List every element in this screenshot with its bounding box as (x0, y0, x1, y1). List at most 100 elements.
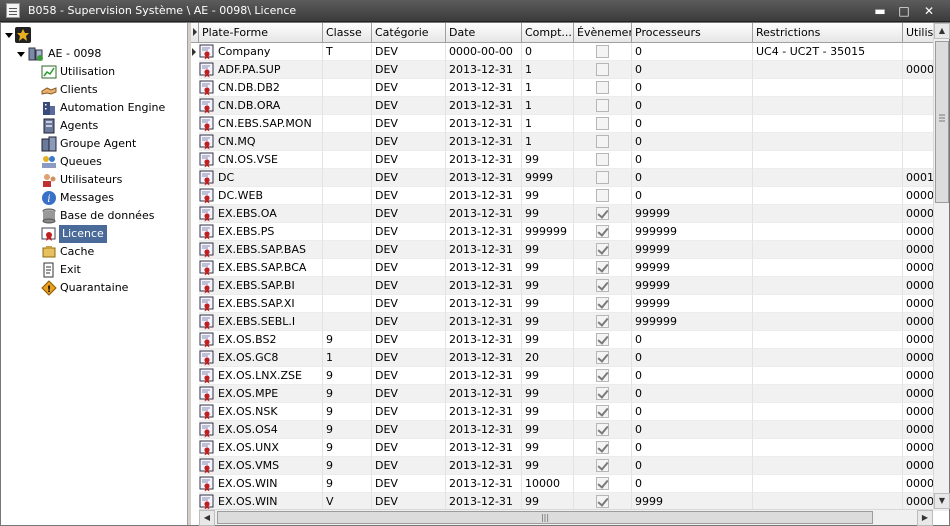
expand-icon[interactable] (5, 33, 13, 38)
table-row[interactable]: EX.OS.LNX.ZSE 9 DEV 2013-12-31 99 0 00000 (191, 367, 949, 385)
cell-event[interactable] (574, 241, 632, 259)
header-class[interactable]: Classe (323, 23, 372, 42)
event-checkbox[interactable] (596, 315, 609, 328)
tree-root-node[interactable] (1, 26, 41, 44)
event-checkbox[interactable] (596, 261, 609, 274)
tree-node-ae[interactable]: AE - 0098 (1, 45, 187, 63)
table-row[interactable]: EX.OS.NSK 9 DEV 2013-12-31 99 0 00000 (191, 403, 949, 421)
event-checkbox[interactable] (596, 135, 609, 148)
tree-item-groupe-agent[interactable]: Groupe Agent (1, 135, 187, 153)
table-row[interactable]: CN.DB.DB2 DEV 2013-12-31 1 0 (191, 79, 949, 97)
table-row[interactable]: CN.DB.ORA DEV 2013-12-31 1 0 (191, 97, 949, 115)
header-restrictions[interactable]: Restrictions (753, 23, 903, 42)
event-checkbox[interactable] (596, 459, 609, 472)
table-row[interactable]: EX.EBS.SAP.BCA DEV 2013-12-31 99 99999 00000 (191, 259, 949, 277)
table-row[interactable]: EX.EBS.SEBL.I DEV 2013-12-31 99 999999 00000 (191, 313, 949, 331)
event-checkbox[interactable] (596, 351, 609, 364)
maximize-button[interactable]: □ (896, 3, 912, 19)
table-row[interactable]: ADF.PA.SUP DEV 2013-12-31 1 0 0000 (191, 61, 949, 79)
header-count[interactable]: Compt... (522, 23, 574, 42)
cell-event[interactable] (574, 385, 632, 403)
table-row[interactable]: EX.OS.WIN 9 DEV 2013-12-31 10000 0 000001 (191, 475, 949, 493)
table-row[interactable]: EX.OS.GC8 1 DEV 2013-12-31 20 0 00000 (191, 349, 949, 367)
tree-item-queues[interactable]: Queues (1, 153, 187, 171)
table-row[interactable]: EX.EBS.OA DEV 2013-12-31 99 99999 00000 (191, 205, 949, 223)
event-checkbox[interactable] (596, 63, 609, 76)
cell-event[interactable] (574, 295, 632, 313)
scroll-right-button[interactable]: ▶ (917, 510, 933, 526)
cell-event[interactable] (574, 61, 632, 79)
event-checkbox[interactable] (596, 387, 609, 400)
table-row[interactable]: DC DEV 2013-12-31 9999 0 0001 (191, 169, 949, 187)
cell-event[interactable] (574, 421, 632, 439)
table-row[interactable]: EX.OS.OS4 9 DEV 2013-12-31 99 0 00000 (191, 421, 949, 439)
cell-event[interactable] (574, 367, 632, 385)
event-checkbox[interactable] (596, 99, 609, 112)
event-checkbox[interactable] (596, 81, 609, 94)
header-category[interactable]: Catégorie (372, 23, 446, 42)
table-row[interactable]: EX.EBS.SAP.XI DEV 2013-12-31 99 99999 00000 (191, 295, 949, 313)
table-row[interactable]: EX.EBS.PS DEV 2013-12-31 999999 999999 00000 (191, 223, 949, 241)
event-checkbox[interactable] (596, 243, 609, 256)
cell-event[interactable] (574, 439, 632, 457)
cell-event[interactable] (574, 349, 632, 367)
cell-event[interactable] (574, 115, 632, 133)
cell-event[interactable] (574, 151, 632, 169)
cell-event[interactable] (574, 79, 632, 97)
header-processors[interactable]: Processeurs (632, 23, 753, 42)
event-checkbox[interactable] (596, 495, 609, 508)
table-row[interactable]: DC.WEB DEV 2013-12-31 99 0 0000 (191, 187, 949, 205)
tree-item-exit[interactable]: Exit (1, 261, 187, 279)
cell-event[interactable] (574, 331, 632, 349)
table-row[interactable]: EX.EBS.SAP.BI DEV 2013-12-31 99 99999 00000 (191, 277, 949, 295)
vertical-scroll-thumb[interactable] (935, 41, 949, 203)
table-row[interactable]: Company T DEV 0000-00-00 0 0 UC4 - UC2T - 3501… (191, 43, 949, 61)
header-event[interactable]: Évènement (574, 23, 632, 42)
event-checkbox[interactable] (596, 441, 609, 454)
event-checkbox[interactable] (596, 423, 609, 436)
event-checkbox[interactable] (596, 153, 609, 166)
table-row[interactable]: EX.OS.BS2 9 DEV 2013-12-31 99 0 00000 (191, 331, 949, 349)
event-checkbox[interactable] (596, 297, 609, 310)
table-row[interactable]: EX.OS.UNX 9 DEV 2013-12-31 99 0 00000 (191, 439, 949, 457)
table-row[interactable]: EX.OS.MPE 9 DEV 2013-12-31 99 0 00000 (191, 385, 949, 403)
event-checkbox[interactable] (596, 279, 609, 292)
cell-event[interactable] (574, 223, 632, 241)
tree-item-quarantaine[interactable]: ! Quarantaine (1, 279, 187, 297)
cell-event[interactable] (574, 205, 632, 223)
event-checkbox[interactable] (596, 171, 609, 184)
cell-event[interactable] (574, 97, 632, 115)
event-checkbox[interactable] (596, 117, 609, 130)
tree-item-agents[interactable]: Agents (1, 117, 187, 135)
event-checkbox[interactable] (596, 333, 609, 346)
header-platform[interactable]: Plate-Forme (199, 23, 323, 42)
cell-event[interactable] (574, 277, 632, 295)
event-checkbox[interactable] (596, 189, 609, 202)
horizontal-scrollbar[interactable]: ◀ ||| ▶ (199, 509, 933, 526)
event-checkbox[interactable] (596, 225, 609, 238)
scroll-left-button[interactable]: ◀ (199, 510, 215, 526)
table-row[interactable]: CN.EBS.SAP.MON DEV 2013-12-31 1 0 (191, 115, 949, 133)
minimize-button[interactable]: ▬ (872, 3, 888, 19)
event-checkbox[interactable] (596, 369, 609, 382)
cell-event[interactable] (574, 457, 632, 475)
event-checkbox[interactable] (596, 477, 609, 490)
scroll-up-button[interactable]: ▲ (934, 23, 950, 39)
cell-event[interactable] (574, 475, 632, 493)
cell-event[interactable] (574, 169, 632, 187)
tree-item-automation-engine[interactable]: Automation Engine (1, 99, 187, 117)
vertical-scrollbar[interactable]: ▲ ▼ (933, 23, 950, 509)
cell-event[interactable] (574, 43, 632, 61)
cell-event[interactable] (574, 133, 632, 151)
event-checkbox[interactable] (596, 45, 609, 58)
horizontal-scroll-thumb[interactable]: ||| (217, 511, 873, 524)
header-date[interactable]: Date (446, 23, 522, 42)
cell-event[interactable] (574, 313, 632, 331)
event-checkbox[interactable] (596, 207, 609, 220)
cell-event[interactable] (574, 403, 632, 421)
tree-item-utilisation[interactable]: Utilisation (1, 63, 187, 81)
cell-event[interactable] (574, 187, 632, 205)
close-button[interactable]: ✕ (921, 3, 937, 19)
table-row[interactable]: CN.MQ DEV 2013-12-31 1 0 (191, 133, 949, 151)
scroll-down-button[interactable]: ▼ (934, 493, 950, 509)
